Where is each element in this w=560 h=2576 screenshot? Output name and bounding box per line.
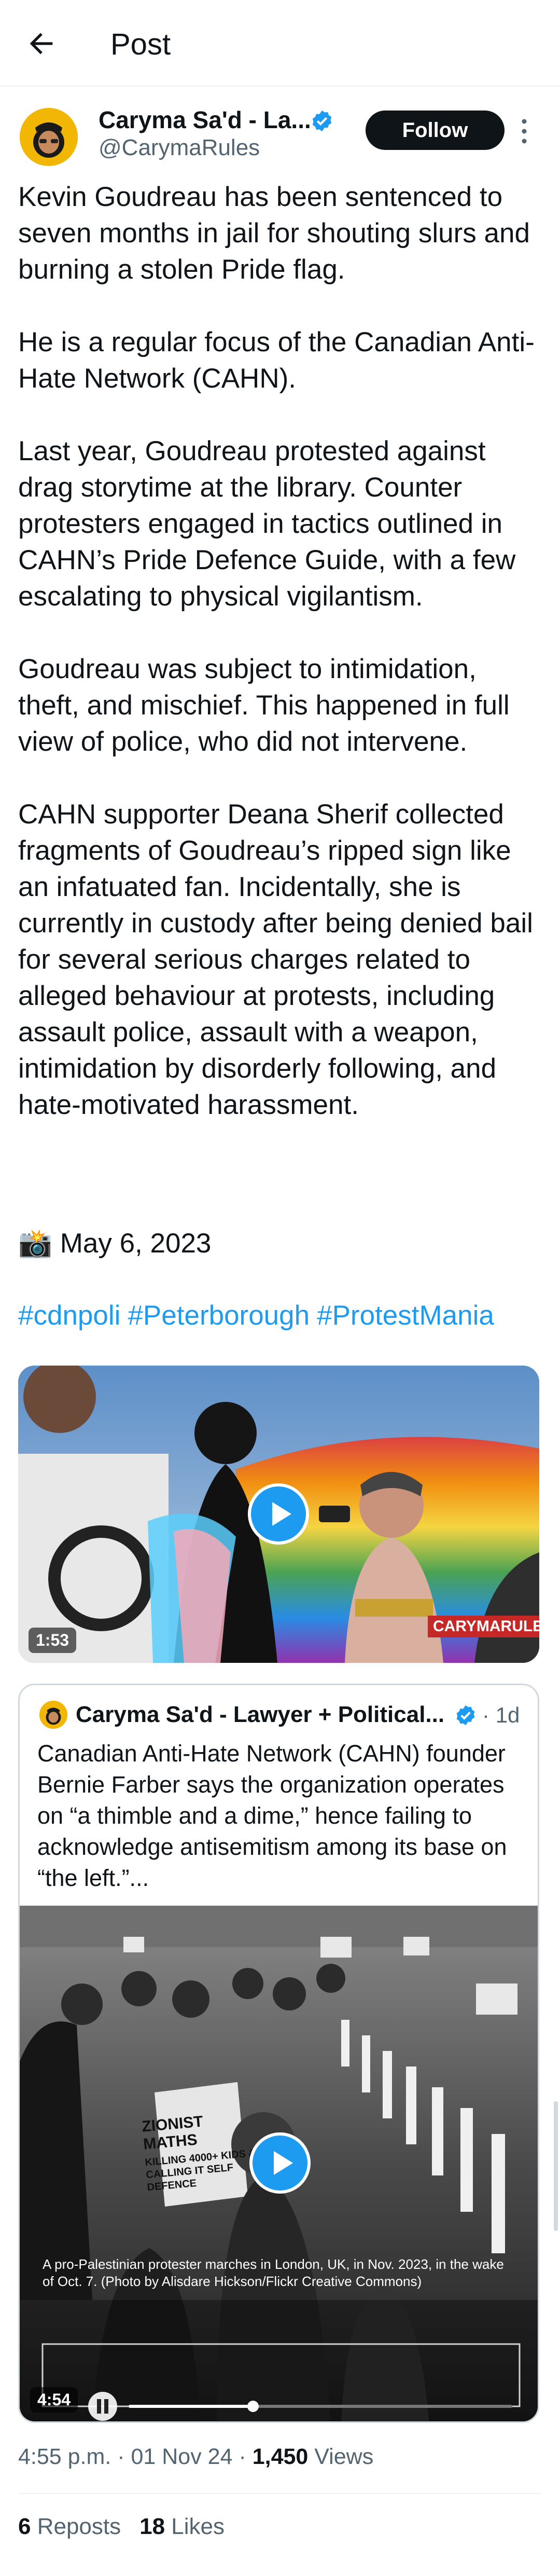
post-paragraph: Kevin Goudreau has been sentenced to sev… xyxy=(18,182,530,285)
top-bar: Post xyxy=(0,0,560,87)
hashtag-link[interactable]: #ProtestMania xyxy=(317,1300,494,1331)
video-scrubber[interactable] xyxy=(129,2399,512,2414)
quoted-post-text: Canadian Anti-Hate Network (CAHN) founde… xyxy=(37,1740,507,1891)
likes-count: 18 xyxy=(139,2514,165,2539)
reposts-label: Reposts xyxy=(31,2514,121,2539)
verified-badge-icon xyxy=(456,1705,475,1726)
reposts-stat[interactable]: 6 Reposts xyxy=(18,2514,121,2539)
quoted-author-name: Caryma Sa'd - Lawyer + Political... xyxy=(76,1702,445,1727)
back-button[interactable] xyxy=(25,27,58,60)
protest-sign-text: ZIONIST MATHS KILLING 4000+ KIDS & CALLI… xyxy=(141,2113,257,2194)
back-arrow-icon xyxy=(30,33,53,54)
quoted-video[interactable]: ZIONIST MATHS KILLING 4000+ KIDS & CALLI… xyxy=(20,1906,538,2422)
post-stats: 6 Reposts 18 Likes xyxy=(18,2514,225,2540)
video-watermark: CARYMARULES xyxy=(428,1616,539,1637)
post-author: Caryma Sa'd - La... @CarymaRules Follow xyxy=(0,103,560,175)
post-paragraph: Goudreau was subject to intimidation, th… xyxy=(18,654,510,757)
quoted-author-avatar xyxy=(39,1701,67,1729)
video-duration: 1:53 xyxy=(29,1628,77,1653)
post-meta: 4:55 p.m. · 01 Nov 24 · 1,450 Views xyxy=(18,2444,373,2470)
quoted-post-time: · 1d xyxy=(482,1703,520,1727)
views-count: 1,450 xyxy=(252,2444,309,2469)
post-paragraph: CAHN supporter Deana Sherif collected fr… xyxy=(18,799,533,1120)
hashtag-link[interactable]: #cdnpoli xyxy=(18,1300,120,1331)
scrollbar[interactable] xyxy=(554,2101,558,2231)
quoted-post[interactable]: Caryma Sa'd - Lawyer + Political... · 1d… xyxy=(18,1684,539,2423)
avatar[interactable] xyxy=(20,108,78,166)
hashtag-link[interactable]: #Peterborough xyxy=(128,1300,310,1331)
video-duration: 4:54 xyxy=(30,2387,78,2413)
views-label: Views xyxy=(308,2444,374,2469)
divider xyxy=(18,2493,542,2494)
play-icon[interactable] xyxy=(249,2132,311,2194)
post-timestamp: 4:55 p.m. · 01 Nov 24 · xyxy=(18,2444,253,2469)
post-paragraph: Last year, Goudreau protested against dr… xyxy=(18,436,516,612)
pause-icon[interactable] xyxy=(87,2391,118,2422)
reposts-count: 6 xyxy=(18,2514,31,2539)
verified-badge-icon xyxy=(312,110,332,132)
avatar-illustration xyxy=(39,1701,67,1729)
post-paragraph: He is a regular focus of the Canadian An… xyxy=(18,327,535,394)
play-icon[interactable] xyxy=(248,1483,309,1545)
likes-label: Likes xyxy=(165,2514,225,2539)
author-handle[interactable]: @CarymaRules xyxy=(99,135,260,161)
post-text: Kevin Goudreau has been sentenced to sev… xyxy=(18,179,542,1123)
avatar-illustration xyxy=(20,108,78,166)
image-caption: A pro-Palestinian protester marches in L… xyxy=(43,2256,504,2289)
follow-button[interactable]: Follow xyxy=(366,111,505,150)
page-title: Post xyxy=(110,27,171,61)
more-dots-icon xyxy=(522,119,527,144)
post-video[interactable]: CARYMARULES 1:53 xyxy=(18,1366,539,1663)
hashtags: #cdnpoli #Peterborough #ProtestMania xyxy=(18,1300,501,1331)
author-name[interactable]: Caryma Sa'd - La... xyxy=(99,106,311,134)
more-options-button[interactable] xyxy=(517,117,531,145)
likes-stat[interactable]: 18 Likes xyxy=(139,2514,225,2539)
post-date-line: 📸 May 6, 2023 xyxy=(18,1228,212,1259)
